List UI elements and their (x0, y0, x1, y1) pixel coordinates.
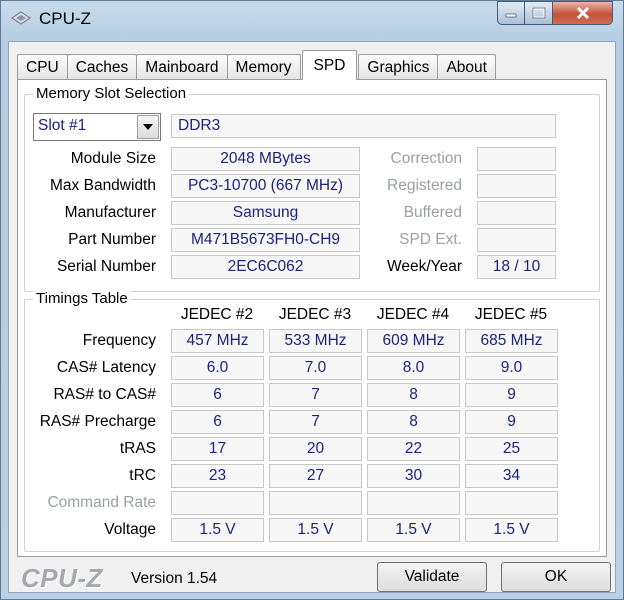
timings-cell-ras-precharge-jedec-3: 7 (269, 410, 362, 434)
close-icon (576, 6, 589, 20)
footer-bar: CPU-Z Version 1.54 Validate OK (9, 559, 615, 593)
client-area: CPU Caches Mainboard Memory SPD Graphics… (8, 41, 616, 593)
part-number-label: Part Number (68, 231, 156, 248)
tab-cpu[interactable]: CPU (17, 54, 68, 80)
timings-cell-frequency-jedec-4: 609 MHz (367, 329, 460, 353)
correction-field (477, 147, 556, 171)
timings-table-group-title: Timings Table (33, 290, 131, 307)
spd-ext-field (477, 228, 556, 252)
timings-cell-ras-to-cas-jedec-4: 8 (367, 383, 460, 407)
timings-cell-frequency-jedec-5: 685 MHz (465, 329, 558, 353)
timings-cell-voltage-jedec-3: 1.5 V (269, 518, 362, 542)
timings-row-label-trc: tRC (129, 467, 156, 484)
timings-cell-trc-jedec-5: 34 (465, 464, 558, 488)
timings-cell-voltage-jedec-2: 1.5 V (171, 518, 264, 542)
timings-row-label-cas-latency: CAS# Latency (56, 359, 156, 376)
manufacturer-field: Samsung (171, 201, 360, 225)
timings-cell-command-rate-jedec-3 (269, 491, 362, 515)
timings-row-label-command-rate: Command Rate (47, 494, 156, 511)
caption-buttons (497, 1, 613, 25)
validate-button[interactable]: Validate (377, 562, 487, 592)
timings-cell-ras-to-cas-jedec-5: 9 (465, 383, 558, 407)
serial-number-label: Serial Number (56, 258, 156, 275)
memory-slot-group: Memory Slot Selection Slot #1 DDR3 Modul… (24, 85, 600, 292)
close-button[interactable] (553, 1, 613, 25)
timings-cell-tras-jedec-4: 22 (367, 437, 460, 461)
timings-table-group: Timings Table JEDEC #2 JEDEC #3 JEDEC #4 JE… (24, 290, 600, 552)
timings-cell-frequency-jedec-2: 457 MHz (171, 329, 264, 353)
title-bar[interactable]: CPU-Z (1, 1, 623, 39)
timings-cell-ras-precharge-jedec-4: 8 (367, 410, 460, 434)
timings-row-label-ras-to-cas: RAS# to CAS# (53, 386, 156, 403)
slot-select-value: Slot #1 (38, 117, 87, 134)
tab-mainboard[interactable]: Mainboard (136, 54, 228, 80)
timings-cell-cas-latency-jedec-3: 7.0 (269, 356, 362, 380)
tab-spd[interactable]: SPD (301, 50, 358, 80)
timings-cell-cas-latency-jedec-2: 6.0 (171, 356, 264, 380)
timings-row-label-frequency: Frequency (82, 332, 156, 349)
timings-cell-trc-jedec-2: 23 (171, 464, 264, 488)
week-year-label: Week/Year (387, 258, 462, 275)
memory-type-field: DDR3 (171, 114, 556, 138)
tab-memory[interactable]: Memory (226, 54, 301, 80)
timings-cell-tras-jedec-2: 17 (171, 437, 264, 461)
timings-cell-command-rate-jedec-5 (465, 491, 558, 515)
timings-column-header-jedec-3: JEDEC #3 (278, 306, 352, 323)
module-size-field: 2048 MBytes (171, 147, 360, 171)
timings-row-label-voltage: Voltage (104, 521, 156, 538)
timings-column-header-jedec-4: JEDEC #4 (376, 306, 450, 323)
ok-button[interactable]: OK (501, 562, 611, 592)
timings-row-label-ras-precharge: RAS# Precharge (39, 413, 156, 430)
buffered-field (477, 201, 556, 225)
memory-slot-group-title: Memory Slot Selection (33, 85, 190, 102)
timings-column-header-jedec-2: JEDEC #2 (180, 306, 254, 323)
tab-caches[interactable]: Caches (66, 54, 138, 80)
week-year-field: 18 / 10 (477, 255, 556, 279)
serial-number-field: 2EC6C062 (171, 255, 360, 279)
max-bandwidth-field: PC3-10700 (667 MHz) (171, 174, 360, 198)
timings-cell-voltage-jedec-5: 1.5 V (465, 518, 558, 542)
window-title: CPU-Z (39, 9, 91, 28)
timings-cell-tras-jedec-3: 20 (269, 437, 362, 461)
slot-select-dropdown-button[interactable] (137, 115, 159, 139)
timings-column-header-jedec-5: JEDEC #5 (474, 306, 548, 323)
cpuz-window: CPU-Z CPU Caches Mainboard Memory SPD Gr… (0, 0, 624, 600)
slot-select[interactable]: Slot #1 (33, 113, 161, 141)
tab-graphics[interactable]: Graphics (358, 54, 439, 80)
spd-panel: Memory Slot Selection Slot #1 DDR3 Modul… (17, 79, 607, 557)
timings-cell-voltage-jedec-4: 1.5 V (367, 518, 460, 542)
timings-cell-trc-jedec-4: 30 (367, 464, 460, 488)
minimize-button[interactable] (497, 1, 525, 25)
cpuz-app-icon (11, 11, 31, 25)
version-label: Version 1.54 (131, 570, 218, 587)
timings-cell-cas-latency-jedec-4: 8.0 (367, 356, 460, 380)
timings-row-label-tras: tRAS (119, 440, 156, 457)
timings-cell-command-rate-jedec-4 (367, 491, 460, 515)
part-number-field: M471B5673FH0-CH9 (171, 228, 360, 252)
timings-cell-frequency-jedec-3: 533 MHz (269, 329, 362, 353)
timings-cell-tras-jedec-5: 25 (465, 437, 558, 461)
timings-cell-trc-jedec-3: 27 (269, 464, 362, 488)
module-size-label: Module Size (70, 150, 156, 167)
timings-cell-command-rate-jedec-2 (171, 491, 264, 515)
minimize-icon (505, 13, 517, 18)
timings-cell-ras-to-cas-jedec-2: 6 (171, 383, 264, 407)
timings-cell-ras-precharge-jedec-5: 9 (465, 410, 558, 434)
correction-label: Correction (390, 150, 463, 167)
timings-cell-cas-latency-jedec-5: 9.0 (465, 356, 558, 380)
manufacturer-label: Manufacturer (64, 204, 156, 221)
tab-strip: CPU Caches Mainboard Memory SPD Graphics… (17, 50, 496, 80)
chevron-down-icon (143, 124, 153, 130)
tab-about[interactable]: About (437, 54, 496, 80)
max-bandwidth-label: Max Bandwidth (50, 177, 156, 194)
registered-label: Registered (387, 177, 462, 194)
maximize-button[interactable] (525, 1, 553, 25)
timings-cell-ras-precharge-jedec-2: 6 (171, 410, 264, 434)
spd-ext-label: SPD Ext. (399, 231, 462, 248)
maximize-icon (532, 7, 545, 19)
registered-field (477, 174, 556, 198)
buffered-label: Buffered (403, 204, 462, 221)
timings-cell-ras-to-cas-jedec-3: 7 (269, 383, 362, 407)
cpuz-brand-logo: CPU-Z (21, 563, 103, 593)
